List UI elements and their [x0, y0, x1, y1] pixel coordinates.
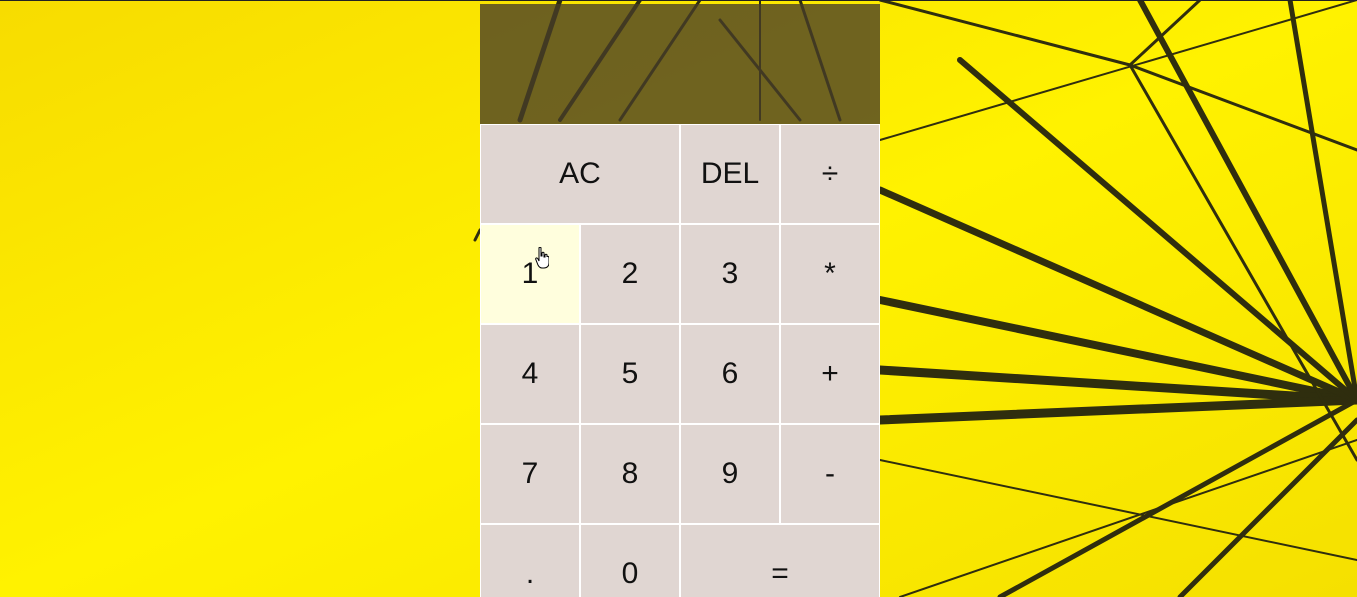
- decimal-point-button[interactable]: .: [480, 524, 580, 597]
- all-clear-button[interactable]: AC: [480, 124, 680, 224]
- calculator-display: [480, 4, 880, 124]
- digit-7-button[interactable]: 7: [480, 424, 580, 524]
- delete-button[interactable]: DEL: [680, 124, 780, 224]
- multiply-button[interactable]: *: [780, 224, 880, 324]
- digit-9-button[interactable]: 9: [680, 424, 780, 524]
- keypad: AC DEL ÷ 1 2 3 * 4 5 6 + 7 8 9 - . 0 =: [480, 124, 880, 597]
- add-button[interactable]: +: [780, 324, 880, 424]
- digit-4-button[interactable]: 4: [480, 324, 580, 424]
- digit-0-button[interactable]: 0: [580, 524, 680, 597]
- top-border: [0, 0, 1357, 1]
- digit-1-button[interactable]: 1: [480, 224, 580, 324]
- calculator: AC DEL ÷ 1 2 3 * 4 5 6 + 7 8 9 - . 0 =: [480, 4, 880, 597]
- subtract-button[interactable]: -: [780, 424, 880, 524]
- equals-button[interactable]: =: [680, 524, 880, 597]
- hand-pointer-cursor-icon: [535, 247, 549, 269]
- digit-5-button[interactable]: 5: [580, 324, 680, 424]
- digit-8-button[interactable]: 8: [580, 424, 680, 524]
- divide-button[interactable]: ÷: [780, 124, 880, 224]
- digit-3-button[interactable]: 3: [680, 224, 780, 324]
- digit-6-button[interactable]: 6: [680, 324, 780, 424]
- digit-2-button[interactable]: 2: [580, 224, 680, 324]
